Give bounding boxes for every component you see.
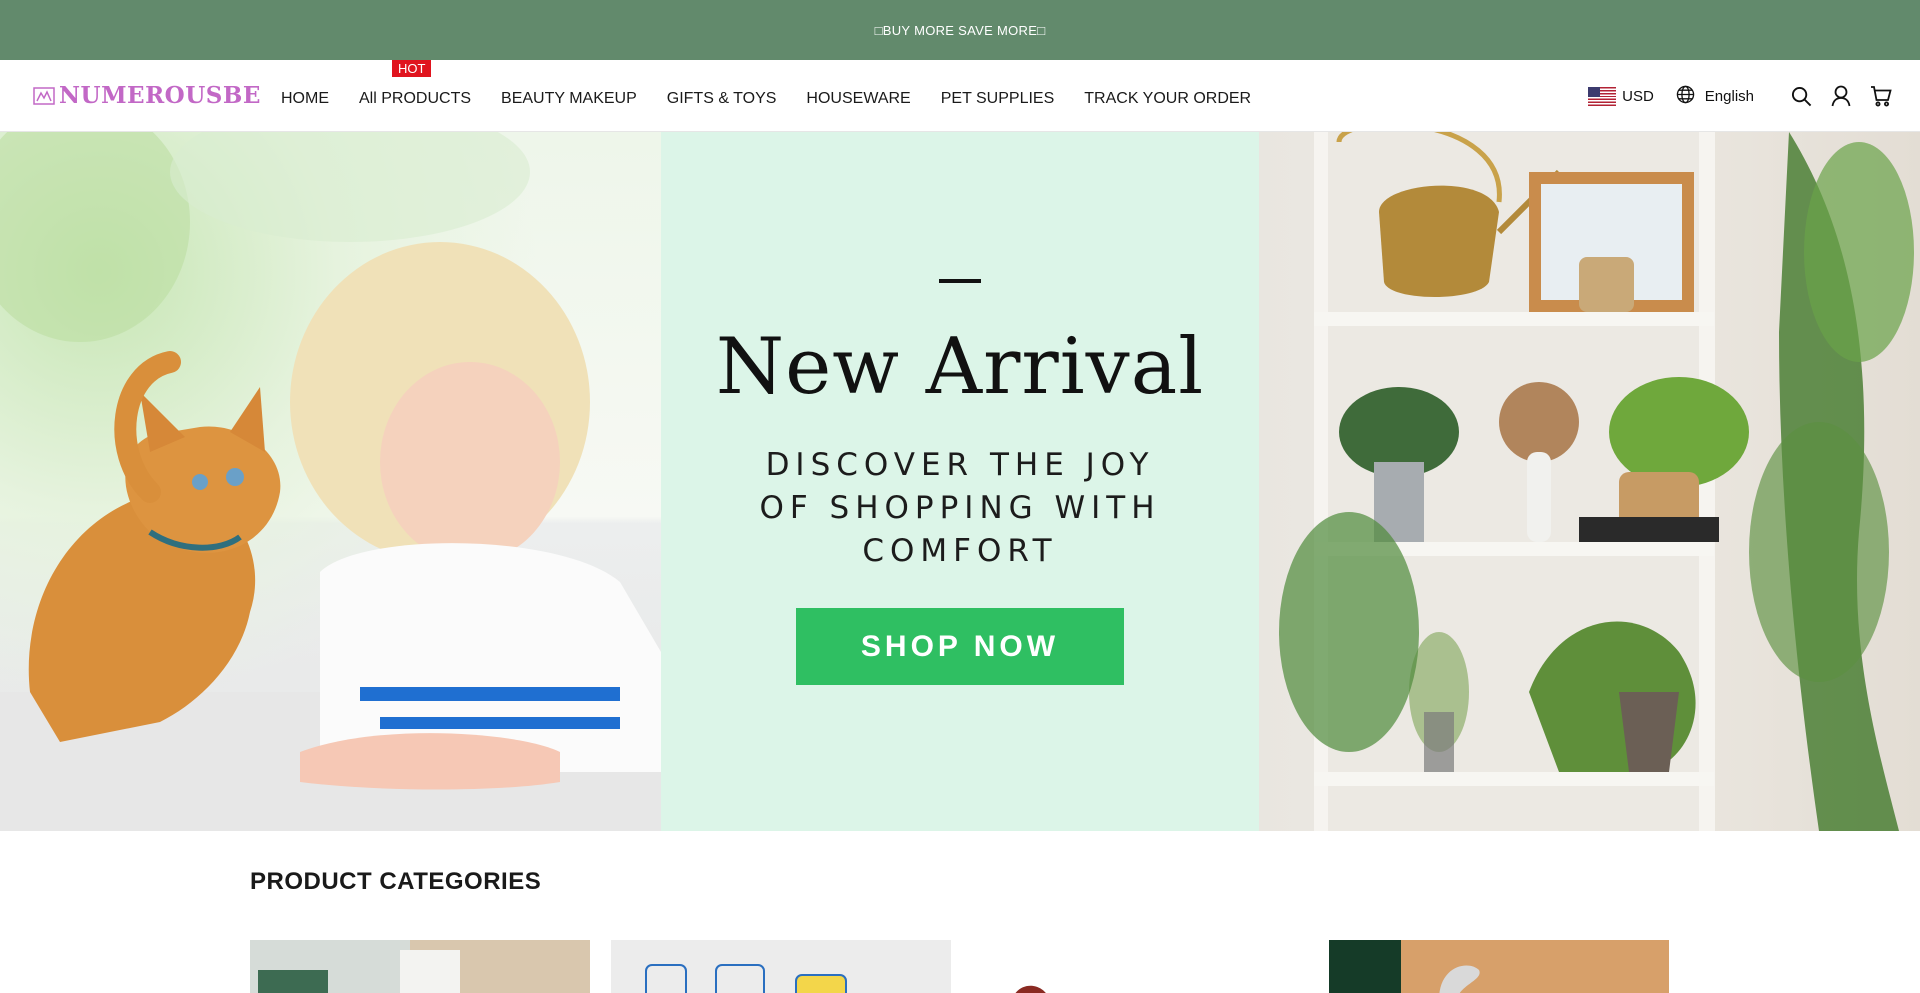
currency-label: USD — [1622, 87, 1654, 105]
announcement-text: □BUY MORE SAVE MORE□ — [874, 22, 1046, 38]
announcement-bar: □BUY MORE SAVE MORE□ — [0, 0, 1920, 60]
nav-item-label: PET SUPPLIES — [940, 90, 1055, 107]
nav-item-pet-supplies[interactable]: PET SUPPLIES — [941, 90, 1055, 108]
brand-name: NUMEROUSBE — [59, 82, 261, 109]
logo-mark-icon — [33, 86, 55, 106]
hero-subtitle-line: COMFORT — [862, 533, 1058, 569]
hero-banner[interactable]: New Arrival DISCOVER THE JOY OF SHOPPING… — [0, 132, 1920, 831]
nav-item-all-products[interactable]: HOT All PRODUCTS — [359, 60, 472, 108]
nav-item-track-order[interactable]: TRACK YOUR ORDER — [1084, 90, 1251, 108]
category-card[interactable] — [972, 940, 1312, 993]
nav-item-label: HOUSEWARE — [806, 90, 911, 107]
shop-now-button[interactable]: SHOP NOW — [796, 608, 1124, 685]
nav-item-label: TRACK YOUR ORDER — [1084, 90, 1252, 107]
cart-icon[interactable] — [1870, 85, 1892, 107]
category-card[interactable] — [1329, 940, 1669, 993]
search-icon[interactable] — [1790, 85, 1812, 107]
category-card[interactable] — [250, 940, 590, 993]
brand-logo[interactable]: NUMEROUSBE — [33, 82, 261, 109]
hero-title: New Arrival — [715, 322, 1205, 412]
us-flag-icon — [1588, 86, 1617, 106]
hero-subtitle: DISCOVER THE JOY OF SHOPPING WITH COMFOR… — [740, 444, 1180, 573]
hero-subtitle-line: OF SHOPPING WITH — [759, 490, 1161, 526]
language-label: English — [1704, 87, 1754, 105]
nav-item-gifts-toys[interactable]: GIFTS & TOYS — [667, 90, 777, 108]
hot-badge: HOT — [392, 60, 432, 77]
hero-dash-divider — [939, 279, 981, 283]
currency-selector[interactable]: USD — [1588, 86, 1654, 106]
nav-item-label: GIFTS & TOYS — [666, 90, 777, 107]
nav-item-label: BEAUTY MAKEUP — [501, 90, 637, 107]
site-header: NUMEROUSBE HOME HOT All PRODUCTS BEAUTY … — [0, 60, 1920, 132]
category-card[interactable] — [611, 940, 951, 993]
section-title-product-categories: PRODUCT CATEGORIES — [250, 868, 542, 895]
account-icon[interactable] — [1830, 85, 1852, 107]
globe-icon — [1676, 85, 1695, 108]
nav-item-beauty-makeup[interactable]: BEAUTY MAKEUP — [501, 90, 637, 108]
language-selector[interactable]: English — [1676, 85, 1754, 108]
main-nav: HOME HOT All PRODUCTS BEAUTY MAKEUP GIFT… — [281, 60, 1281, 132]
nav-item-label: HOME — [281, 90, 329, 107]
nav-item-home[interactable]: HOME — [281, 90, 329, 108]
nav-item-label: All PRODUCTS — [359, 90, 472, 107]
hero-image-shelf-plants — [1259, 132, 1920, 831]
header-actions: USD English — [1588, 60, 1892, 132]
nav-item-houseware[interactable]: HOUSEWARE — [806, 90, 910, 108]
hero-subtitle-line: DISCOVER THE JOY — [765, 447, 1155, 483]
hero-image-child-and-cat — [0, 132, 661, 831]
